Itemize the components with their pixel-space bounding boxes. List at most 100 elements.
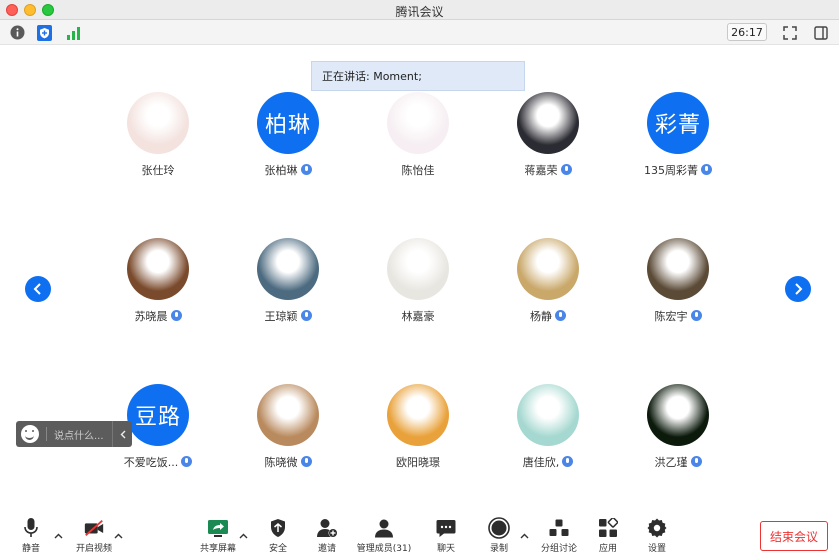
meeting-timer: 26:17 (727, 23, 767, 41)
mute-options-caret[interactable] (54, 531, 63, 542)
record-options-caret[interactable] (520, 531, 529, 542)
apps-button[interactable]: 应用 (581, 517, 635, 557)
settings-button[interactable]: 设置 (630, 517, 684, 557)
sidebar-toggle-icon[interactable] (812, 24, 829, 41)
chevron-up-icon (520, 533, 529, 539)
participant-name-text: 陈晓微 (264, 456, 298, 469)
prev-page-button[interactable] (25, 276, 51, 302)
participant-tile[interactable]: 蒋嘉荣 (483, 92, 613, 192)
microphone-icon (300, 164, 312, 175)
chat-quick-input[interactable]: 说点什么... (16, 421, 132, 447)
participant-tile[interactable]: 陈晓微 (223, 384, 353, 484)
share-screen-button[interactable]: 共享屏幕 (191, 517, 245, 557)
microphone-icon (555, 310, 566, 321)
chat-icon (435, 517, 457, 539)
next-page-button[interactable] (785, 276, 811, 302)
mute-button[interactable]: 静音 (4, 517, 58, 557)
fullscreen-icon[interactable] (781, 24, 798, 41)
chat-label: 聊天 (436, 544, 455, 554)
microphone-icon (690, 310, 702, 321)
avatar (387, 384, 449, 446)
participant-tile[interactable]: 陈宏宇 (613, 238, 743, 338)
microphone-icon (300, 456, 312, 467)
microphone-icon (181, 456, 193, 467)
participant-tile[interactable]: 欧阳晓璟 (353, 384, 483, 484)
members-label: 管理成员(31) (356, 544, 412, 554)
shield-icon (267, 517, 289, 539)
participant-name: 不爱吃饭... (93, 454, 223, 470)
microphone-icon (170, 310, 182, 321)
avatar (387, 238, 449, 300)
chat-button[interactable]: 聊天 (419, 517, 473, 557)
info-icon[interactable] (9, 24, 26, 41)
participant-name-text: 王琼颖 (264, 310, 298, 323)
video-label: 开启视频 (75, 544, 112, 554)
chevron-up-icon (54, 533, 63, 539)
avatar (257, 238, 319, 300)
record-button[interactable]: 录制 (472, 517, 526, 557)
participant-tile[interactable]: 柏琳 张柏琳 (223, 92, 353, 192)
microphone-icon (562, 456, 574, 467)
invite-button[interactable]: 邀请 (300, 517, 354, 557)
avatar: 豆路 (127, 384, 189, 446)
participant-tile[interactable]: 洪乙瑾 (613, 384, 743, 484)
apps-icon (597, 517, 619, 539)
participant-name-text: 杨静 (530, 310, 552, 323)
shield-icon[interactable] (36, 24, 53, 41)
microphone-icon (300, 310, 312, 321)
participant-tile[interactable]: 陈怡佳 (353, 92, 483, 192)
video-options-caret[interactable] (114, 531, 123, 542)
bottom-toolbar: 静音 开启视频 共享屏幕 安全 邀请 管理成员(31) 聊天 录制 分组讨论 应… (0, 511, 839, 559)
avatar (127, 92, 189, 154)
participant-name: 陈怡佳 (353, 162, 483, 178)
record-icon (488, 517, 510, 539)
microphone-icon (20, 517, 42, 539)
emoji-icon[interactable] (21, 425, 39, 443)
avatar (257, 384, 319, 446)
participant-name-text: 苏晓晨 (134, 310, 168, 323)
participant-tile[interactable]: 杨静 (483, 238, 613, 338)
participant-name: 135周彩菁 (613, 162, 743, 178)
start-video-button[interactable]: 开启视频 (67, 517, 121, 557)
divider (46, 427, 47, 441)
participant-tile[interactable]: 彩菁 135周彩菁 (613, 92, 743, 192)
manage-members-button[interactable]: 管理成员(31) (354, 517, 414, 557)
speaking-indicator: 正在讲话: Moment; (311, 61, 525, 91)
avatar (647, 384, 709, 446)
participant-name-text: 林嘉豪 (401, 310, 435, 323)
mute-label: 静音 (21, 544, 40, 554)
security-button[interactable]: 安全 (251, 517, 305, 557)
signal-icon[interactable] (65, 24, 82, 41)
microphone-icon (701, 164, 712, 175)
participant-tile[interactable]: 王琼颖 (223, 238, 353, 338)
members-icon (373, 517, 395, 539)
top-toolbar: 26:17 (0, 20, 839, 45)
participant-name-text: 陈宏宇 (654, 310, 688, 323)
participant-tile[interactable]: 张仕玲 (93, 92, 223, 192)
avatar (517, 92, 579, 154)
avatar (517, 238, 579, 300)
participant-name-text: 张仕玲 (141, 164, 175, 177)
share-options-caret[interactable] (239, 531, 248, 542)
avatar (647, 238, 709, 300)
participant-tile[interactable]: 苏晓晨 (93, 238, 223, 338)
participant-name: 唐佳欣, (483, 454, 613, 470)
participant-name-text: 张柏琳 (264, 164, 298, 177)
chat-placeholder[interactable]: 说点什么... (54, 427, 112, 442)
chevron-up-icon (239, 533, 248, 539)
participant-name-text: 135周彩菁 (644, 164, 698, 177)
avatar (517, 384, 579, 446)
participant-tile[interactable]: 林嘉豪 (353, 238, 483, 338)
participant-name: 苏晓晨 (93, 308, 223, 324)
video-off-icon (83, 517, 105, 539)
participant-tile[interactable]: 唐佳欣, (483, 384, 613, 484)
breakout-rooms-button[interactable]: 分组讨论 (532, 517, 586, 557)
share-screen-icon (207, 517, 229, 539)
participant-name-text: 洪乙瑾 (654, 456, 688, 469)
microphone-icon (690, 456, 702, 467)
end-meeting-button[interactable]: 结束会议 (760, 521, 828, 551)
breakout-label: 分组讨论 (540, 544, 577, 554)
collapse-chat-button[interactable] (112, 421, 132, 447)
security-label: 安全 (268, 544, 287, 554)
participant-name-text: 唐佳欣, (522, 456, 560, 469)
